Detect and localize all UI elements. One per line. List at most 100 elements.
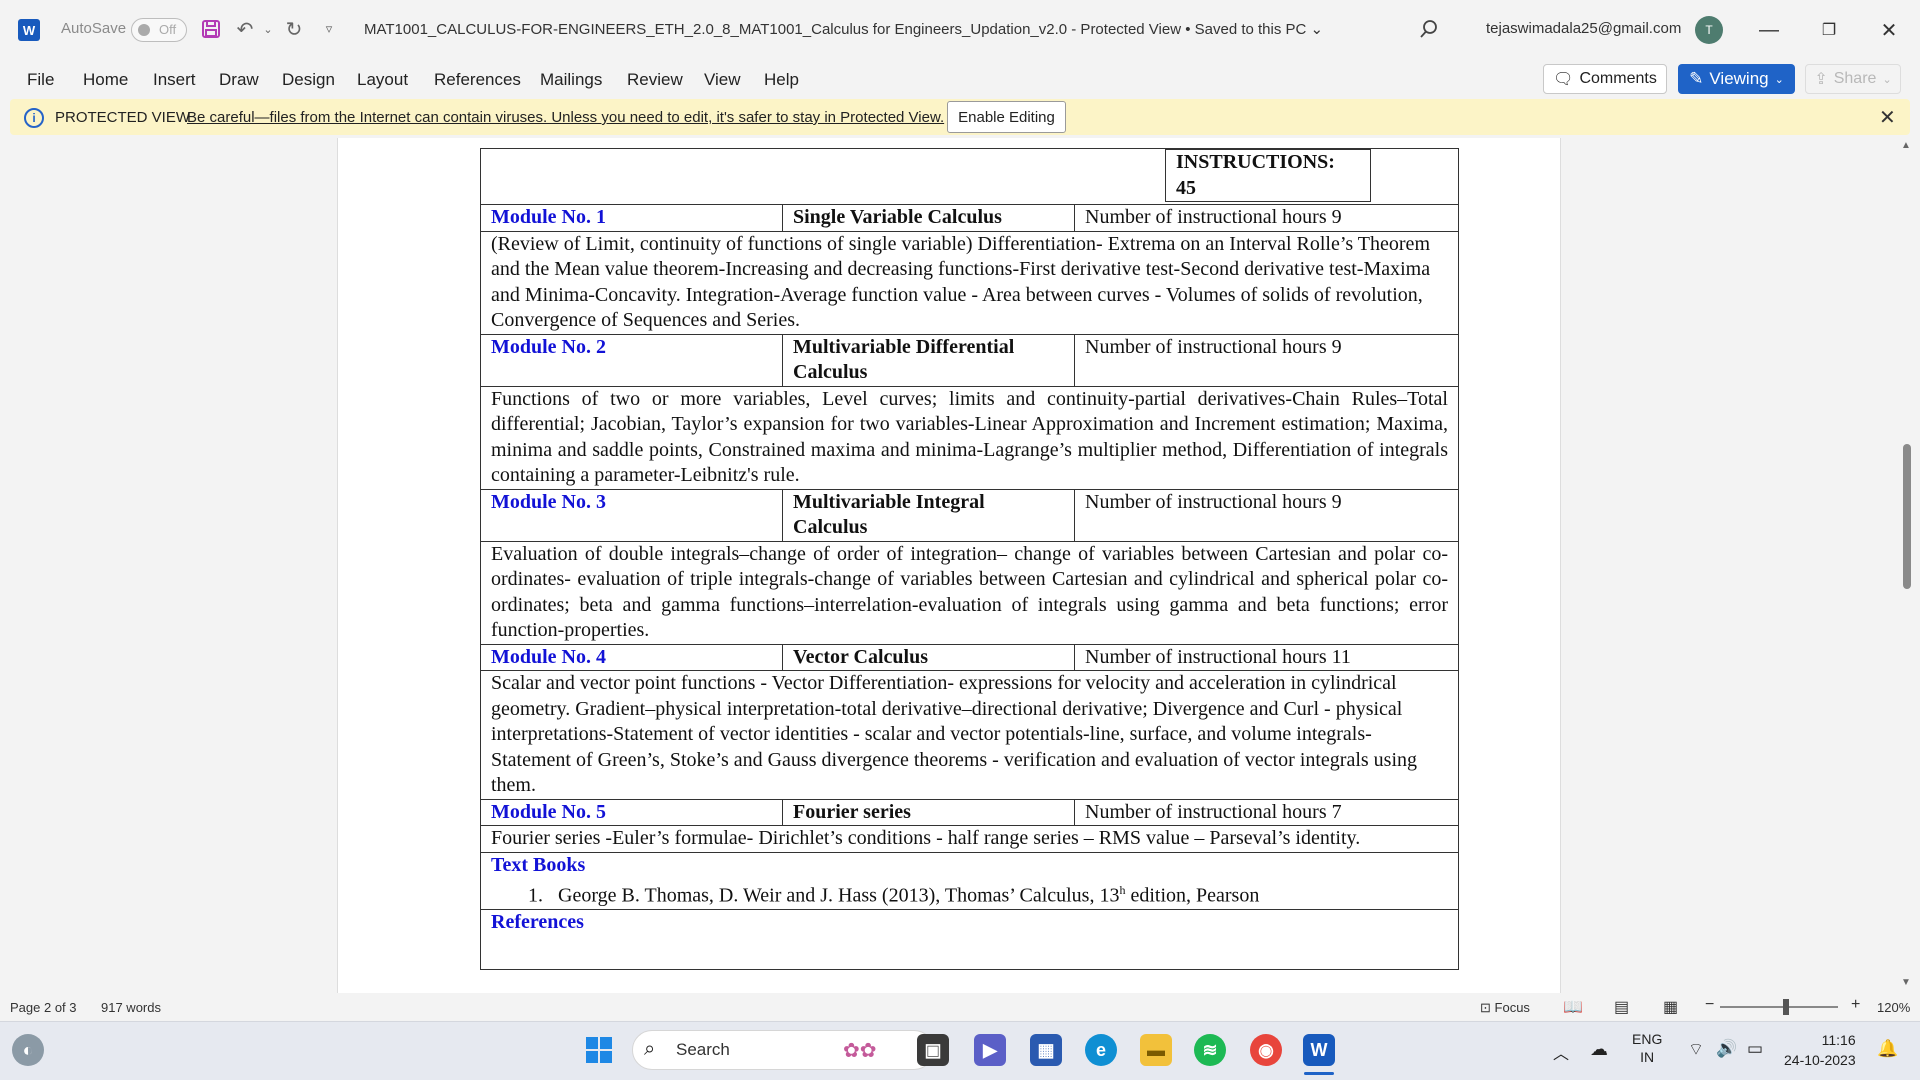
search-icon[interactable] [1416,16,1442,42]
module-title: Multivariable Differential Calculus [782,333,1075,387]
task-view-icon[interactable]: ▣ [917,1034,949,1066]
save-icon[interactable] [198,16,224,42]
module-title: Fourier series [782,798,1075,826]
module-hours: Number of instructional hours 9 [1074,204,1459,232]
taskbar-search-placeholder: Search [676,1040,730,1059]
show-hidden-icons-icon[interactable]: ︿ [1553,1040,1569,1064]
read-mode-icon[interactable]: 📖 [1563,997,1583,1017]
status-bar [0,993,1920,1021]
module-content: Evaluation of double integrals–change of… [480,540,1459,645]
avatar[interactable]: T [1695,16,1723,44]
search-icon: ⌕ [644,1038,656,1060]
title-dropdown-icon[interactable]: ⌄ [1311,21,1324,38]
region-code: IN [1640,1049,1655,1065]
module-number: Module No. 5 [480,798,783,826]
textbook-citation-end: edition, Pearson [1125,884,1260,907]
volume-icon[interactable]: 🔊 [1716,1039,1737,1059]
module-header-row: Module No. 1 Single Variable Calculus Nu… [480,204,1459,232]
widgets-icon[interactable]: ◐ [12,1034,44,1066]
customize-toolbar-icon[interactable]: ▿ [316,16,342,42]
notifications-icon[interactable]: 🔔 [1877,1039,1898,1059]
textbooks-cell: Text Books 1. George B. Thomas, D. Weir … [480,851,1459,911]
edge-icon[interactable]: e [1085,1034,1117,1066]
page-count[interactable]: Page 2 of 3 [10,1000,77,1015]
textbook-number: 1. [528,884,543,907]
module-content: Functions of two or more variables, Leve… [480,385,1459,490]
module-header-row: Module No. 3 Multivariable Integral Calc… [480,488,1459,542]
word-taskbar-icon[interactable]: W [1303,1034,1335,1066]
word-logo-icon: W [18,19,40,41]
menu-review[interactable]: Review [627,70,683,90]
module-content: (Review of Limit, continuity of function… [480,230,1459,335]
module-number: Module No. 2 [480,333,783,387]
info-icon: i [24,108,44,128]
chrome-icon[interactable]: ◉ [1250,1034,1282,1066]
viewing-label: Viewing [1709,69,1769,88]
store-icon[interactable]: ▦ [1030,1034,1062,1066]
menu-draw[interactable]: Draw [219,70,259,90]
zoom-slider-knob[interactable] [1783,999,1789,1015]
share-button[interactable]: ⇪ Share ⌄ [1805,64,1901,94]
focus-icon: ⊡ [1480,1000,1491,1015]
undo-dropdown-icon[interactable]: ⌄ [255,16,281,42]
close-banner-icon[interactable]: ✕ [1879,105,1896,130]
protected-view-message[interactable]: Be careful—files from the Internet can c… [187,109,944,126]
clock-time: 11:16 [1821,1032,1856,1048]
wifi-icon[interactable]: ⌔ [1688,1039,1704,1060]
scroll-down-icon[interactable]: ▼ [1901,977,1911,988]
menu-design[interactable]: Design [282,70,335,90]
enable-editing-button[interactable]: Enable Editing [947,101,1066,133]
module-hours: Number of instructional hours 7 [1074,798,1459,826]
zoom-level[interactable]: 120% [1877,1000,1910,1015]
redo-icon[interactable]: ↻ [281,16,307,42]
menu-help[interactable]: Help [764,70,799,90]
references-cell: References [480,909,1459,971]
minimize-icon[interactable]: — [1751,14,1787,46]
search-highlight-icon[interactable]: ✿✿ [843,1038,877,1063]
document-title[interactable]: MAT1001_CALCULUS-FOR-ENGINEERS_ETH_2.0_8… [364,20,1323,38]
focus-mode-button[interactable]: ⊡ Focus [1480,1000,1530,1016]
comments-button[interactable]: 🗨 Comments [1543,64,1667,94]
menu-insert[interactable]: Insert [153,70,196,90]
close-icon[interactable]: ✕ [1871,14,1907,46]
print-layout-icon[interactable]: ▤ [1614,997,1629,1017]
teams-chat-icon[interactable]: ▶ [974,1034,1006,1066]
user-email[interactable]: tejaswimadala25@gmail.com [1486,20,1681,37]
menu-file[interactable]: File [27,70,54,90]
zoom-in-icon[interactable]: + [1851,996,1860,1014]
share-label: Share [1833,70,1877,87]
module-number: Module No. 1 [480,204,783,232]
module-hours: Number of instructional hours 11 [1074,643,1459,671]
scroll-up-icon[interactable]: ▲ [1901,140,1911,151]
autosave-toggle[interactable]: Off [131,18,187,42]
spotify-icon[interactable]: ≋ [1194,1034,1226,1066]
menu-home[interactable]: Home [83,70,128,90]
onedrive-icon[interactable]: ☁ [1590,1039,1608,1060]
web-layout-icon[interactable]: ▦ [1663,997,1678,1017]
language-indicator[interactable]: ENG IN [1632,1030,1662,1066]
file-explorer-icon[interactable]: ▬ [1140,1034,1172,1066]
comment-icon: 🗨 [1553,71,1574,88]
menu-references[interactable]: References [434,70,521,90]
instructions-label: INSTRUCTIONS: [1176,151,1335,173]
menu-layout[interactable]: Layout [357,70,408,90]
module-title: Vector Calculus [782,643,1075,671]
zoom-out-icon[interactable]: − [1705,996,1714,1014]
restore-icon[interactable]: ❐ [1811,14,1847,46]
scrollbar-thumb[interactable] [1903,444,1911,589]
autosave-state: Off [159,22,177,37]
textbook-citation: George B. Thomas, D. Weir and J. Hass (2… [558,884,1120,907]
language-code: ENG [1632,1031,1663,1047]
menu-view[interactable]: View [704,70,741,90]
battery-icon[interactable]: ▭ [1747,1039,1763,1059]
start-icon[interactable] [583,1034,615,1066]
protected-view-title: PROTECTED VIEW [55,109,191,126]
zoom-slider[interactable] [1720,1006,1838,1008]
viewing-mode-button[interactable]: ✎ Viewing ⌄ [1678,64,1795,94]
module-number: Module No. 3 [480,488,783,542]
module-header-row: Module No. 2 Multivariable Differential … [480,333,1459,387]
textbooks-heading: Text Books [491,853,586,876]
word-count[interactable]: 917 words [101,1000,161,1015]
menu-mailings[interactable]: Mailings [540,70,602,90]
clock[interactable]: 11:16 24-10-2023 [1784,1030,1856,1070]
